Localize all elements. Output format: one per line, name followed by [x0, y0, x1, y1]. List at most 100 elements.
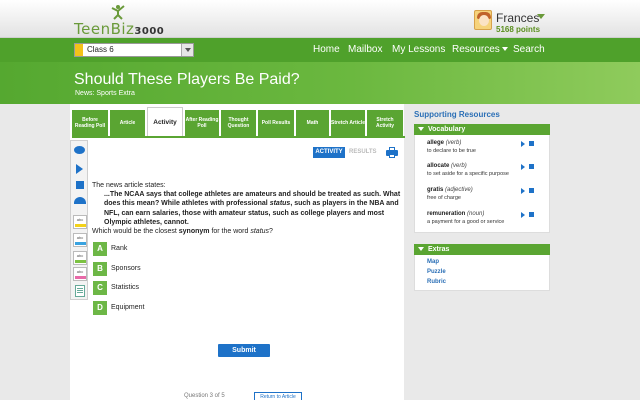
class-select-value: Class 6: [87, 45, 114, 54]
title-band: Should These Players Be Paid? News: Spor…: [0, 62, 640, 104]
choice-letter[interactable]: C: [93, 281, 107, 295]
teenbiz-logo[interactable]: TeenBiz3000: [74, 5, 165, 38]
chevron-down-icon[interactable]: [181, 44, 193, 56]
vocab-pos: (adjective): [445, 187, 473, 193]
logo-text: TeenBiz: [74, 20, 135, 38]
highlight-blue-icon[interactable]: abc: [73, 233, 87, 247]
choice-b[interactable]: B Sponsors: [93, 262, 213, 276]
play-icon[interactable]: [76, 164, 83, 174]
question-text: The news article states: ...The NCAA say…: [92, 181, 402, 236]
choice-letter[interactable]: D: [93, 301, 107, 315]
vocab-definition: a payment for a good or service: [427, 219, 505, 225]
print-icon[interactable]: [386, 147, 398, 158]
class-select[interactable]: Class 6: [74, 43, 194, 57]
tab-stretch-activity[interactable]: Stretch Activity: [367, 110, 404, 136]
highlight-yellow-icon[interactable]: abc: [73, 215, 87, 229]
choice-letter[interactable]: A: [93, 242, 107, 256]
extras-header[interactable]: Extras: [414, 244, 550, 255]
highlight-pink-icon[interactable]: abc: [73, 267, 87, 281]
nav-mailbox[interactable]: Mailbox: [348, 44, 382, 55]
vocab-word: allege: [427, 140, 445, 146]
class-flag-icon: [75, 44, 83, 56]
logo-suffix: 3000: [134, 26, 165, 37]
nav-home[interactable]: Home: [313, 44, 340, 55]
question-counter: Question 3 of 5: [184, 393, 225, 399]
vocabulary-header[interactable]: Vocabulary: [414, 124, 550, 135]
user-menu[interactable]: Frances 5168 points: [474, 10, 604, 36]
user-caret-icon[interactable]: [537, 14, 545, 19]
tab-stretch-article[interactable]: Stretch Article: [331, 110, 366, 136]
supporting-resources-title: Supporting Resources: [414, 110, 500, 119]
play-icon[interactable]: [521, 188, 525, 194]
tab-before-reading-poll[interactable]: Before Reading Poll: [72, 110, 109, 136]
choice-a[interactable]: A Rank: [93, 242, 213, 256]
nav-resources[interactable]: Resources: [452, 44, 508, 55]
vocab-item: gratis (adjective) free of charge: [427, 187, 542, 209]
tab-poll-results[interactable]: Poll Results: [258, 110, 295, 136]
tab-math[interactable]: Math: [296, 110, 330, 136]
play-icon[interactable]: [521, 212, 525, 218]
page-title: Should These Players Be Paid?: [74, 71, 300, 88]
extras-link-rubric[interactable]: Rubric: [427, 279, 446, 285]
stop-icon[interactable]: [529, 212, 534, 217]
choice-text[interactable]: Rank: [111, 245, 127, 252]
choice-letter[interactable]: B: [93, 262, 107, 276]
vocab-word: remuneration: [427, 211, 466, 217]
speech-bubble-icon[interactable]: [74, 146, 86, 158]
stop-icon[interactable]: [529, 141, 534, 146]
page-subtitle: News: Sports Extra: [75, 90, 135, 97]
nav-resources-label: Resources: [452, 44, 500, 55]
submit-button[interactable]: Submit: [218, 344, 270, 357]
avatar: [474, 10, 492, 30]
choice-text[interactable]: Statistics: [111, 284, 139, 291]
stop-icon[interactable]: [76, 181, 84, 189]
choice-c[interactable]: C Statistics: [93, 281, 213, 295]
user-name: Frances: [496, 11, 540, 25]
resources-caret-icon: [501, 47, 508, 52]
user-points: 5168 points: [496, 25, 541, 34]
vocab-definition: to set aside for a specific purpose: [427, 171, 509, 177]
play-icon[interactable]: [521, 141, 525, 147]
nav-my-lessons[interactable]: My Lessons: [392, 44, 445, 55]
main-nav: Class 6 Home Mailbox My Lessons Resource…: [0, 38, 640, 62]
vocab-definition: to declare to be true: [427, 148, 476, 154]
vocab-item: allocate (verb) to set aside for a speci…: [427, 163, 542, 185]
results-toggle[interactable]: RESULTS: [349, 147, 377, 158]
vocab-pos: (noun): [467, 211, 485, 217]
vocabulary-heading: Vocabulary: [428, 126, 466, 133]
tab-article[interactable]: Article: [110, 110, 146, 136]
question-prompt: Which would be the closest synonym for t…: [92, 228, 273, 236]
stop-icon[interactable]: [529, 164, 534, 169]
tool-strip: abc abc abc abc: [70, 140, 88, 300]
tab-underline: [72, 136, 405, 138]
activity-toggle[interactable]: ACTIVITY: [313, 147, 345, 158]
notes-icon[interactable]: [75, 285, 85, 297]
nav-search[interactable]: Search: [513, 44, 545, 55]
extras-link-map[interactable]: Map: [427, 259, 439, 265]
chevron-down-icon: [418, 127, 424, 131]
play-icon[interactable]: [521, 164, 525, 170]
tab-thought-question[interactable]: Thought Question: [221, 110, 257, 136]
choice-text[interactable]: Equipment: [111, 304, 144, 311]
vocab-word: allocate: [427, 163, 450, 169]
vocab-pos: (verb): [451, 163, 467, 169]
question-lead: The news article states:: [92, 182, 166, 189]
highlight-green-icon[interactable]: abc: [73, 251, 87, 265]
stop-icon[interactable]: [529, 188, 534, 193]
vocab-pos: (verb): [445, 140, 462, 146]
vocab-item: allege (verb) to declare to be true: [427, 140, 542, 162]
vocab-item: remuneration (noun) a payment for a good…: [427, 211, 542, 233]
chevron-down-icon: [418, 247, 424, 251]
vocab-word: gratis: [427, 187, 444, 193]
vocab-definition: free of charge: [427, 195, 461, 201]
tab-after-reading-poll[interactable]: After Reading Poll: [185, 110, 220, 136]
tab-activity[interactable]: Activity: [147, 107, 183, 137]
return-to-article-button[interactable]: Return to Article: [254, 392, 302, 400]
extras-link-puzzle[interactable]: Puzzle: [427, 269, 446, 275]
choice-text[interactable]: Sponsors: [111, 265, 141, 272]
choice-d[interactable]: D Equipment: [93, 301, 213, 315]
speed-gauge-icon[interactable]: [74, 197, 86, 209]
top-header: TeenBiz3000 Frances 5168 points: [0, 0, 640, 38]
logo-figure-icon: [111, 5, 125, 20]
article-quote: ...The NCAA says that college athletes a…: [104, 191, 401, 226]
